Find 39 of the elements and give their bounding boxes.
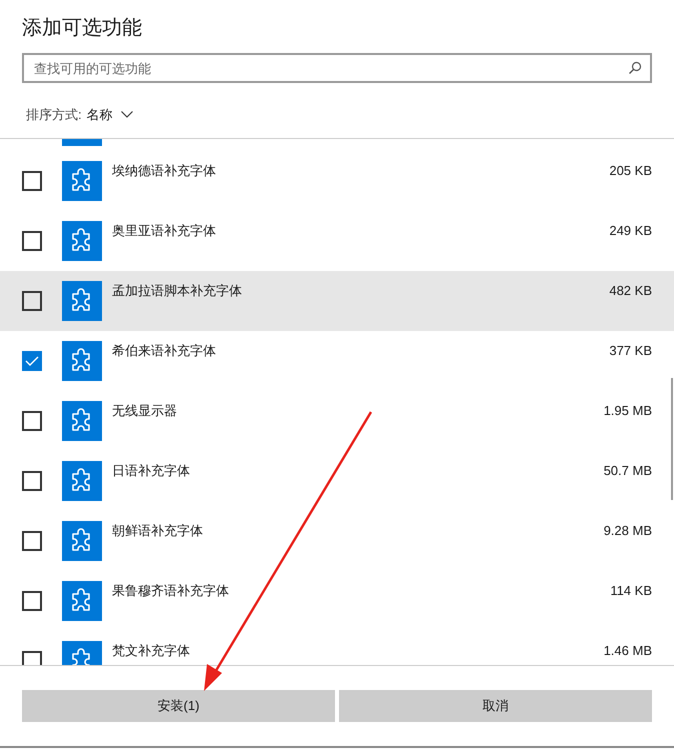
feature-size: 249 KB bbox=[609, 222, 652, 240]
checkmark-icon bbox=[25, 356, 39, 366]
checkbox[interactable] bbox=[22, 650, 42, 664]
sort-label: 排序方式: bbox=[26, 106, 82, 124]
checkbox[interactable] bbox=[22, 170, 42, 190]
checkbox[interactable] bbox=[22, 410, 42, 430]
feature-name: 无线显示器 bbox=[112, 402, 178, 420]
feature-size: 1.46 MB bbox=[604, 642, 652, 660]
chevron-down-icon bbox=[120, 111, 133, 118]
feature-icon bbox=[62, 138, 102, 146]
feature-row[interactable]: 孟加拉语脚本补充字体 482 KB bbox=[0, 270, 674, 330]
search-icon bbox=[628, 61, 642, 75]
feature-name: 奥里亚语补充字体 bbox=[112, 222, 217, 240]
checkbox[interactable] bbox=[22, 530, 42, 550]
feature-name: 梵文补充字体 bbox=[112, 642, 191, 660]
feature-name: 日语补充字体 bbox=[112, 462, 191, 480]
feature-size: 114 KB bbox=[610, 582, 652, 600]
dialog-button[interactable]: 安装(1) bbox=[22, 690, 335, 722]
feature-size: 377 KB bbox=[609, 342, 652, 360]
feature-size: 1.95 MB bbox=[604, 402, 652, 420]
feature-name: 孟加拉语脚本补充字体 bbox=[112, 282, 243, 300]
checkbox[interactable] bbox=[22, 590, 42, 610]
dialog-button[interactable]: 取消 bbox=[339, 690, 652, 722]
checkbox[interactable] bbox=[22, 230, 42, 250]
feature-size: 50.7 MB bbox=[604, 462, 652, 480]
dialog-title: 添加可选功能 bbox=[22, 16, 143, 41]
feature-name: 希伯来语补充字体 bbox=[112, 342, 217, 360]
feature-name: 朝鲜语补充字体 bbox=[112, 522, 204, 540]
feature-name: 埃纳德语补充字体 bbox=[112, 162, 217, 180]
checkbox[interactable] bbox=[22, 470, 42, 490]
checkbox[interactable] bbox=[22, 290, 42, 310]
feature-size: 9.28 MB bbox=[604, 522, 652, 540]
scrollbar[interactable] bbox=[671, 378, 673, 500]
feature-size: 205 KB bbox=[609, 162, 652, 180]
search-field[interactable]: 查找可用的可选功能 bbox=[22, 53, 652, 83]
feature-size: 482 KB bbox=[609, 282, 652, 300]
feature-name: 果鲁穆齐语补充字体 bbox=[112, 582, 230, 600]
sort-dropdown[interactable]: 名称 bbox=[86, 105, 133, 124]
checkbox[interactable] bbox=[22, 350, 42, 370]
